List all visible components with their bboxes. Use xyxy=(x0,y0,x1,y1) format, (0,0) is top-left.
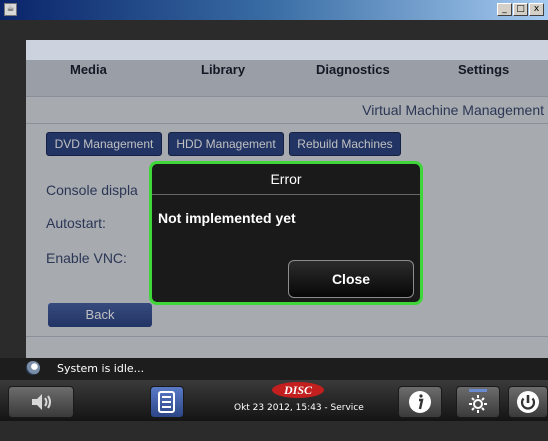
maximize-button[interactable]: □ xyxy=(513,3,528,16)
power-button[interactable] xyxy=(508,386,548,418)
bottom-toolbar: DISC Okt 23 2012, 15:43 - Service xyxy=(0,380,548,421)
power-icon xyxy=(517,391,539,413)
disc-status-icon xyxy=(26,361,40,375)
document-list-button[interactable] xyxy=(150,386,184,418)
document-list-icon xyxy=(158,391,175,413)
dialog-message: Not implemented yet xyxy=(158,210,296,226)
window-title-bar: ☕ _ □ x xyxy=(0,0,548,20)
dialog-close-button[interactable]: Close xyxy=(288,260,414,298)
error-dialog: Error Not implemented yet Close xyxy=(149,161,423,305)
status-text: System is idle... xyxy=(57,362,145,375)
datetime-text: Okt 23 2012, 15:43 - Service xyxy=(234,403,364,413)
status-bar: System is idle... xyxy=(0,358,548,380)
dialog-title: Error xyxy=(270,171,302,187)
brightness-icon xyxy=(469,389,487,413)
minimize-button[interactable]: _ xyxy=(497,3,512,16)
info-button[interactable] xyxy=(398,386,442,418)
info-icon xyxy=(409,391,431,413)
brightness-button[interactable] xyxy=(456,386,500,418)
java-app-icon: ☕ xyxy=(4,3,17,16)
dialog-divider xyxy=(152,194,420,195)
disc-logo: DISC xyxy=(272,382,324,398)
close-window-button[interactable]: x xyxy=(529,3,544,16)
volume-icon xyxy=(32,394,51,410)
volume-button[interactable] xyxy=(8,386,74,418)
